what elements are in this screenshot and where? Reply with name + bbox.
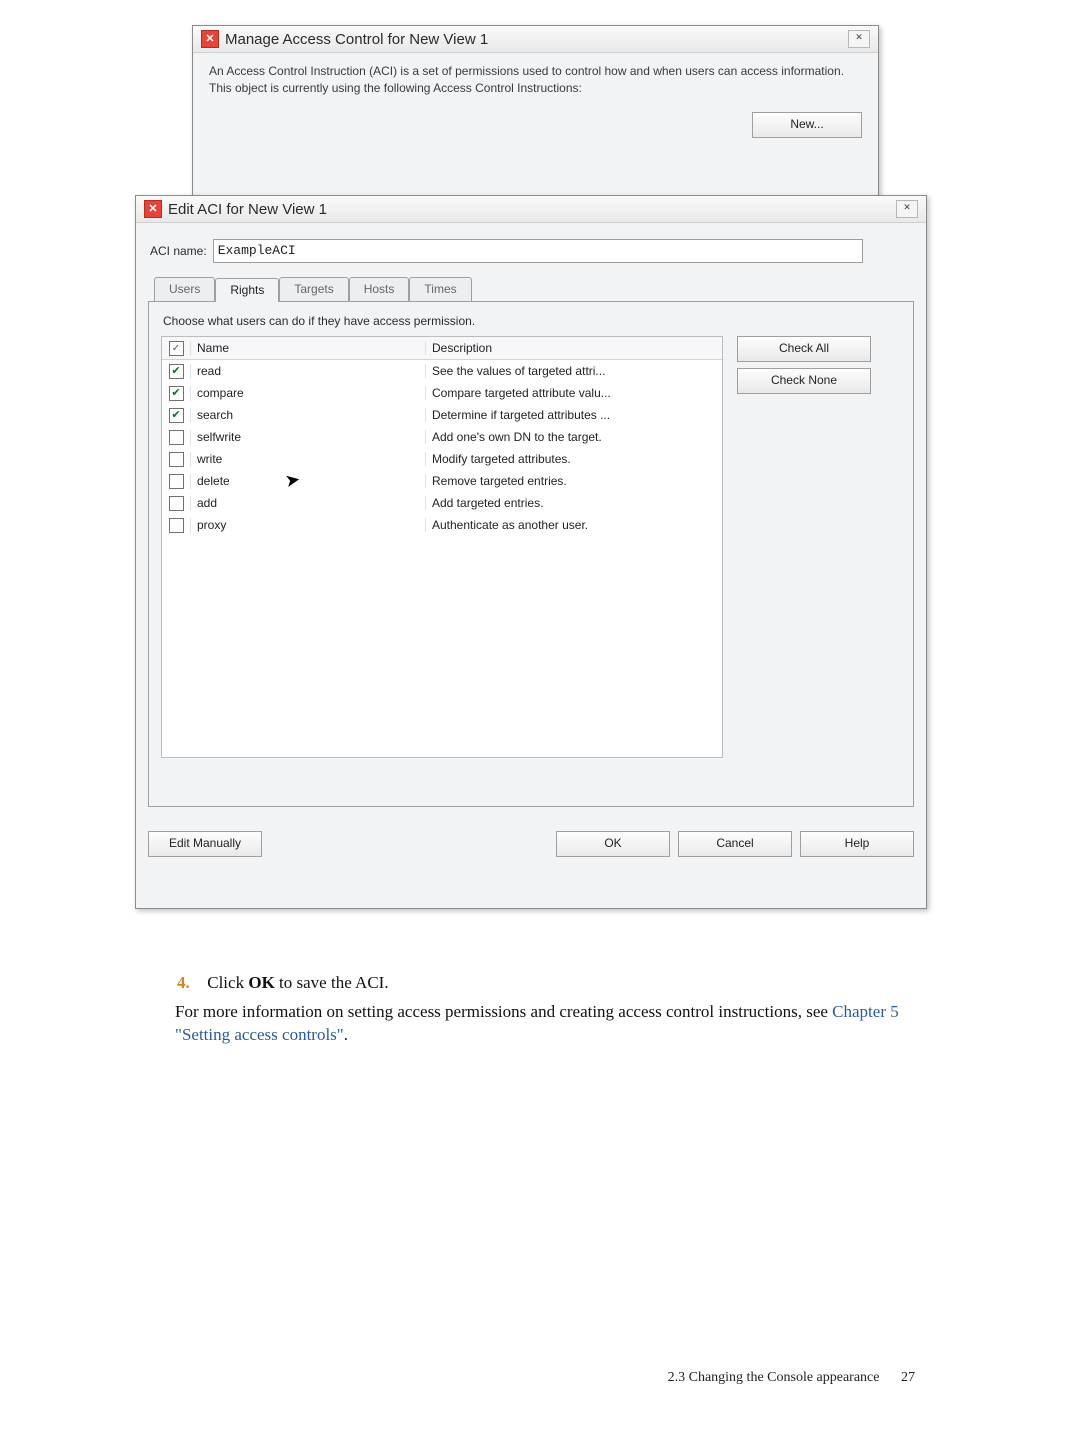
ok-button[interactable]: OK: [556, 831, 670, 857]
edit-manually-button[interactable]: Edit Manually: [148, 831, 262, 857]
row-name: add: [191, 496, 426, 510]
close-icon[interactable]: ✕: [896, 200, 918, 218]
edit-title: Edit ACI for New View 1: [168, 201, 896, 218]
step-4: Click OK to save the ACI.: [203, 972, 915, 995]
header-checkbox[interactable]: [169, 341, 184, 356]
tab-times[interactable]: Times: [409, 277, 471, 301]
header-description[interactable]: Description: [426, 341, 722, 355]
manage-title: Manage Access Control for New View 1: [225, 31, 848, 48]
row-name: compare: [191, 386, 426, 400]
manage-access-dialog: ✕ Manage Access Control for New View 1 ✕…: [192, 25, 879, 217]
check-none-button[interactable]: Check None: [737, 368, 871, 394]
row-name: proxy: [191, 518, 426, 532]
rights-instruction: Choose what users can do if they have ac…: [163, 314, 901, 328]
aci-name-input[interactable]: ExampleACI: [213, 239, 863, 263]
row-checkbox[interactable]: [169, 474, 184, 489]
row-checkbox[interactable]: [169, 386, 184, 401]
row-name: read: [191, 364, 426, 378]
row-checkbox[interactable]: [169, 496, 184, 511]
tab-hosts[interactable]: Hosts: [349, 277, 410, 301]
footer-section: 2.3 Changing the Console appearance: [668, 1370, 880, 1385]
table-row[interactable]: selfwrite Add one's own DN to the target…: [162, 426, 722, 448]
row-name: write: [191, 452, 426, 466]
row-checkbox[interactable]: [169, 364, 184, 379]
rights-table: Name Description read See the values of …: [161, 336, 723, 758]
page-footer: 2.3 Changing the Console appearance 27: [668, 1370, 915, 1386]
cancel-button[interactable]: Cancel: [678, 831, 792, 857]
table-row[interactable]: add Add targeted entries.: [162, 492, 722, 514]
table-row[interactable]: read See the values of targeted attri...: [162, 360, 722, 382]
manage-titlebar[interactable]: ✕ Manage Access Control for New View 1 ✕: [193, 26, 878, 53]
row-desc: Add targeted entries.: [426, 496, 722, 510]
row-name: selfwrite: [191, 430, 426, 444]
row-checkbox[interactable]: [169, 408, 184, 423]
row-desc: Add one's own DN to the target.: [426, 430, 722, 444]
new-button[interactable]: New...: [752, 112, 862, 138]
document-body-text: Click OK to save the ACI. For more infor…: [175, 972, 915, 1047]
header-name[interactable]: Name: [191, 341, 426, 355]
cross-ref-paragraph: For more information on setting access p…: [175, 1001, 915, 1047]
table-row[interactable]: search Determine if targeted attributes …: [162, 404, 722, 426]
row-desc: See the values of targeted attri...: [426, 364, 722, 378]
table-row[interactable]: compare Compare targeted attribute valu.…: [162, 382, 722, 404]
row-desc: Authenticate as another user.: [426, 518, 722, 532]
rights-panel: Choose what users can do if they have ac…: [148, 301, 914, 807]
footer-page-number: 27: [901, 1370, 915, 1385]
table-header: Name Description: [162, 337, 722, 360]
manage-description: An Access Control Instruction (ACI) is a…: [209, 63, 862, 98]
row-checkbox[interactable]: [169, 430, 184, 445]
table-row[interactable]: write Modify targeted attributes.: [162, 448, 722, 470]
row-desc: Modify targeted attributes.: [426, 452, 722, 466]
app-icon: ✕: [144, 200, 162, 218]
row-name: search: [191, 408, 426, 422]
row-name: delete: [191, 474, 426, 488]
close-icon[interactable]: ✕: [848, 30, 870, 48]
aci-name-label: ACI name:: [150, 244, 207, 258]
tab-rights[interactable]: Rights: [215, 278, 279, 302]
table-row[interactable]: proxy Authenticate as another user.: [162, 514, 722, 536]
edit-aci-dialog: ✕ Edit ACI for New View 1 ✕ ACI name: Ex…: [135, 195, 927, 909]
check-all-button[interactable]: Check All: [737, 336, 871, 362]
row-desc: Compare targeted attribute valu...: [426, 386, 722, 400]
row-desc: Determine if targeted attributes ...: [426, 408, 722, 422]
tab-users[interactable]: Users: [154, 277, 215, 301]
row-desc: Remove targeted entries.: [426, 474, 722, 488]
screenshot-figure: ✕ Manage Access Control for New View 1 ✕…: [175, 0, 915, 950]
table-row[interactable]: delete Remove targeted entries.: [162, 470, 722, 492]
help-button[interactable]: Help: [800, 831, 914, 857]
edit-titlebar[interactable]: ✕ Edit ACI for New View 1 ✕: [136, 196, 926, 223]
row-checkbox[interactable]: [169, 518, 184, 533]
row-checkbox[interactable]: [169, 452, 184, 467]
app-icon: ✕: [201, 30, 219, 48]
tab-targets[interactable]: Targets: [279, 277, 348, 301]
tab-strip: Users Rights Targets Hosts Times: [154, 277, 914, 301]
